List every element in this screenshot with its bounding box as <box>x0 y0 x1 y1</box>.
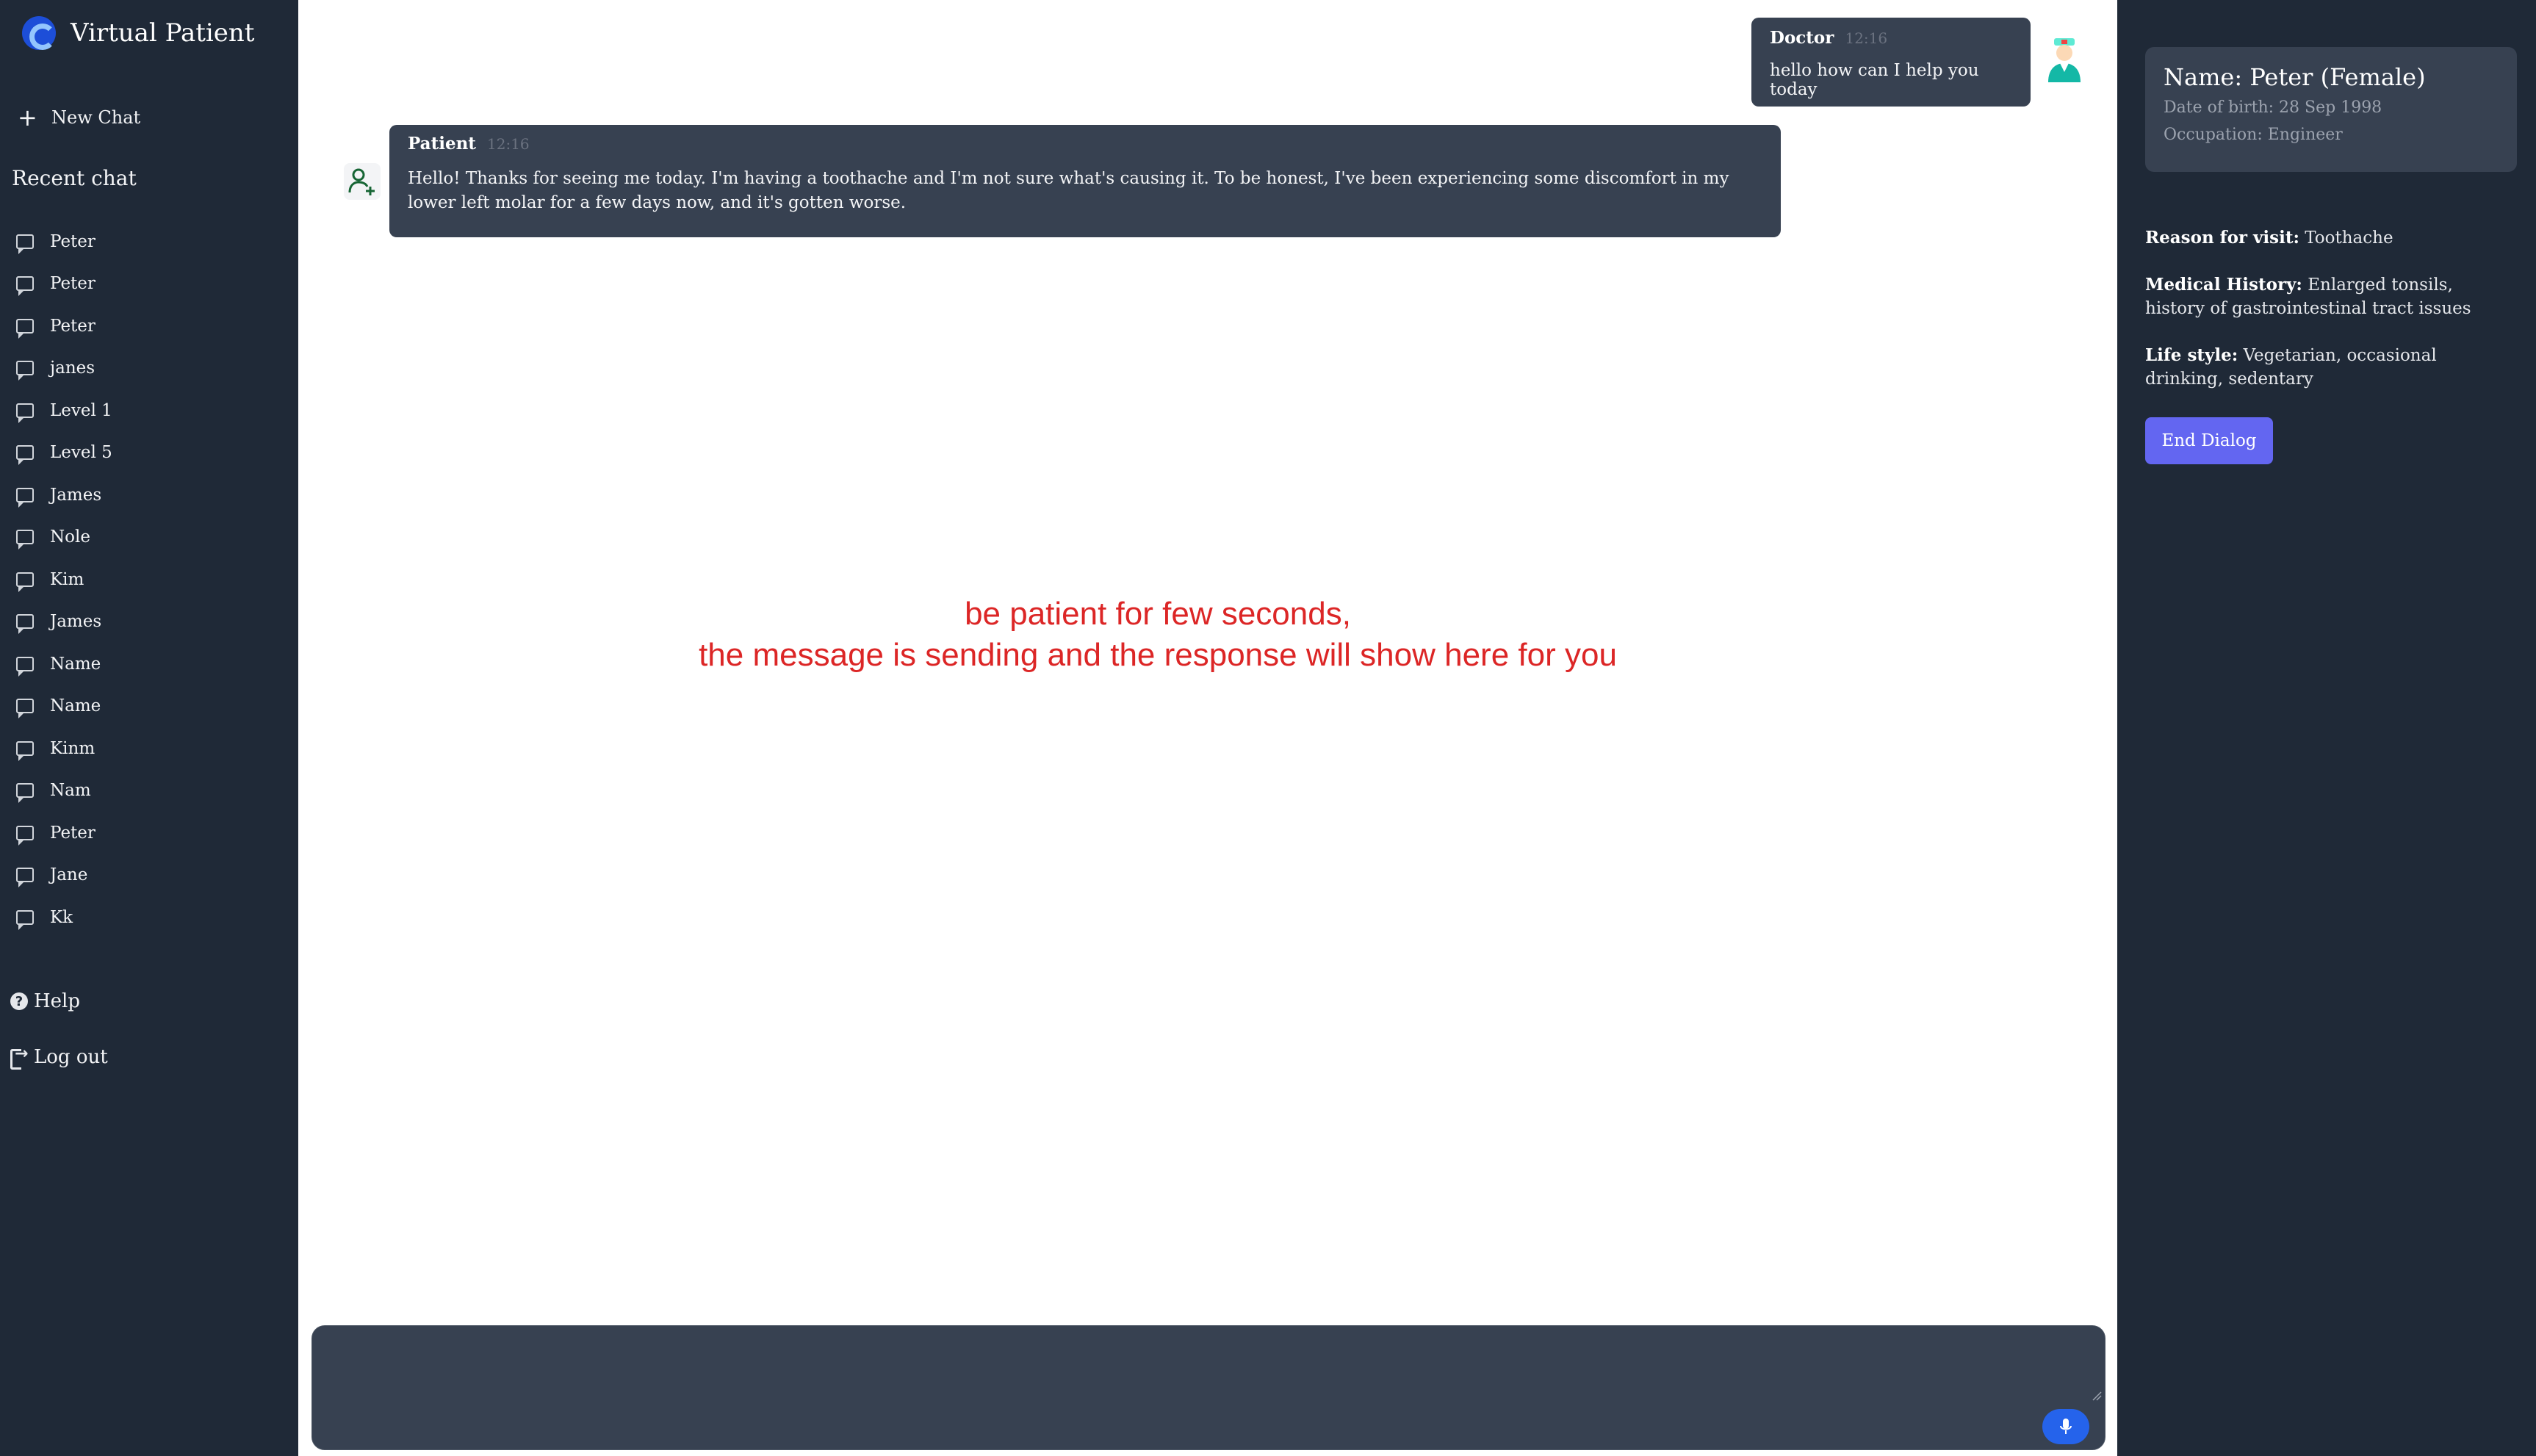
chat-bubble-icon <box>16 234 34 254</box>
chat-list-item[interactable]: Kinm <box>0 727 298 770</box>
chat-item-label: Jane <box>50 865 88 885</box>
chat-list-item[interactable]: Nam <box>0 770 298 812</box>
patient-dob: Date of birth: 28 Sep 1998 <box>2164 98 2382 117</box>
chat-item-label: Kim <box>50 569 84 589</box>
chat-item-label: James <box>50 485 102 505</box>
chat-item-label: Nam <box>50 781 91 801</box>
message-input[interactable] <box>312 1326 2105 1449</box>
microphone-icon <box>2060 1419 2072 1434</box>
chat-list-item[interactable]: Peter <box>0 305 298 347</box>
chat-item-label: Kinm <box>50 738 96 758</box>
new-chat-label: New Chat <box>51 107 141 128</box>
chat-bubble-icon <box>16 614 34 635</box>
logout-icon <box>10 1045 28 1070</box>
chat-bubble-icon <box>16 361 34 381</box>
message-time: 12:16 <box>1845 29 1888 47</box>
chat-list-item[interactable]: Peter <box>0 263 298 306</box>
reason-for-visit: Reason for visit: Toothache <box>2145 226 2517 250</box>
chat-list-item[interactable]: Level 1 <box>0 389 298 432</box>
patient-name: Name: Peter (Female) <box>2164 63 2426 91</box>
logout-link[interactable]: Log out <box>10 1045 108 1070</box>
chat-bubble-icon <box>16 318 34 339</box>
chat-item-label: Level 1 <box>50 400 112 420</box>
logout-label: Log out <box>34 1046 108 1068</box>
doctor-avatar-icon <box>2044 37 2085 82</box>
patient-info-panel: Name: Peter (Female) Date of birth: 28 S… <box>2117 0 2536 1456</box>
reason-label: Reason for visit: <box>2145 228 2299 248</box>
sending-notice-line-1: be patient for few seconds, <box>965 596 1351 632</box>
chat-bubble-icon <box>16 868 34 888</box>
history-label: Medical History: <box>2145 275 2302 295</box>
message-sender: Doctor <box>1770 28 1834 48</box>
patient-occupation: Occupation: Engineer <box>2164 126 2343 144</box>
sidebar: Virtual Patient + New Chat Recent chat P… <box>0 0 298 1456</box>
end-dialog-button[interactable]: End Dialog <box>2145 417 2273 464</box>
chat-bubble-icon <box>16 276 34 297</box>
message-sender: Patient <box>408 134 476 154</box>
chat-bubble-icon <box>16 487 34 508</box>
message-time: 12:16 <box>487 135 530 153</box>
app-title: Virtual Patient <box>71 18 255 48</box>
patient-card: Name: Peter (Female) Date of birth: 28 S… <box>2145 47 2517 172</box>
microphone-button[interactable] <box>2042 1409 2089 1444</box>
chat-bubble-icon <box>16 740 34 761</box>
chat-item-label: Peter <box>50 274 96 294</box>
chat-bubble-icon <box>16 825 34 846</box>
chat-list-item[interactable]: Name <box>0 685 298 728</box>
chat-area: Doctor 12:16 hello how can I help you to… <box>298 0 2117 1456</box>
doctor-message: Doctor 12:16 hello how can I help you to… <box>1751 18 2031 107</box>
chat-list-item[interactable]: Level 5 <box>0 432 298 475</box>
chat-item-label: Name <box>50 696 101 716</box>
sending-notice: be patient for few seconds, the message … <box>298 594 2017 676</box>
question-circle-icon: ? <box>10 992 28 1010</box>
chat-list-item[interactable]: Peter <box>0 812 298 854</box>
chat-list-item[interactable]: Kk <box>0 896 298 939</box>
chat-item-label: Peter <box>50 823 96 843</box>
chat-item-label: Name <box>50 654 101 674</box>
chat-list-item[interactable]: James <box>0 601 298 644</box>
recent-chat-list[interactable]: Peter Peter Peter janes Level 1 Level 5 … <box>0 220 298 955</box>
chat-item-label: Level 5 <box>50 443 112 463</box>
chat-bubble-icon <box>16 699 34 719</box>
resize-handle-icon[interactable] <box>2092 1391 2102 1401</box>
brand[interactable]: Virtual Patient <box>22 16 254 50</box>
chat-bubble-icon <box>16 445 34 466</box>
chat-item-label: James <box>50 612 102 632</box>
chat-list-item[interactable]: Nole <box>0 516 298 559</box>
life-style: Life style: Vegetarian, occasional drink… <box>2145 344 2517 391</box>
chat-item-label: Kk <box>50 907 73 927</box>
chat-item-label: Nole <box>50 527 90 547</box>
chat-list-item[interactable]: Name <box>0 643 298 685</box>
chat-item-label: Peter <box>50 316 96 336</box>
app-logo-icon <box>22 16 56 50</box>
chat-item-label: janes <box>50 358 96 378</box>
chat-list-item[interactable]: janes <box>0 347 298 390</box>
chat-list-item[interactable]: Peter <box>0 220 298 263</box>
chat-bubble-icon <box>16 403 34 423</box>
chat-list-item[interactable]: James <box>0 474 298 516</box>
chat-list-item[interactable]: Kim <box>0 558 298 601</box>
new-chat-button[interactable]: + New Chat <box>18 103 140 132</box>
chat-bubble-icon <box>16 909 34 930</box>
chat-bubble-icon <box>16 656 34 677</box>
chat-bubble-icon <box>16 572 34 592</box>
reason-value: Toothache <box>2305 228 2393 248</box>
lifestyle-label: Life style: <box>2145 345 2238 365</box>
sending-notice-line-2: the message is sending and the response … <box>699 637 1617 673</box>
help-label: Help <box>34 990 81 1012</box>
recent-chat-heading: Recent chat <box>12 166 137 190</box>
message-text: hello how can I help you today <box>1770 61 1979 99</box>
help-link[interactable]: ? Help <box>10 990 80 1012</box>
chat-item-label: Peter <box>50 231 96 251</box>
medical-history: Medical History: Enlarged tonsils, histo… <box>2145 273 2517 320</box>
message-composer <box>311 1325 2105 1450</box>
chat-bubble-icon <box>16 530 34 550</box>
patient-message: Patient 12:16 Hello! Thanks for seeing m… <box>389 125 1781 237</box>
plus-icon: + <box>18 104 37 131</box>
patient-avatar-icon <box>344 163 381 200</box>
message-text: Hello! Thanks for seeing me today. I'm h… <box>408 169 1729 212</box>
chat-list-item[interactable]: Jane <box>0 854 298 897</box>
chat-bubble-icon <box>16 783 34 804</box>
